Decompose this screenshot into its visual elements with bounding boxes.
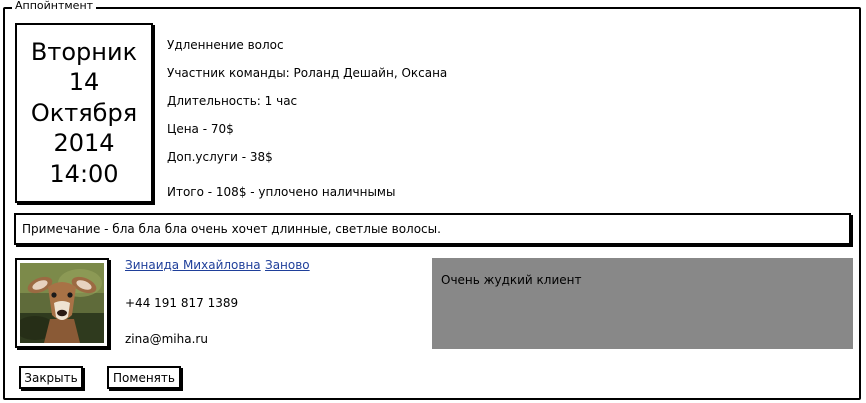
team-member: Участник команды: Роланд Дешайн, Оксана bbox=[167, 66, 448, 80]
panel-legend: Аппойнтмент bbox=[12, 0, 97, 12]
change-button[interactable]: Поменять bbox=[107, 366, 181, 389]
service-name: Удленнение волос bbox=[167, 38, 284, 52]
client-email: zina@miha.ru bbox=[125, 332, 208, 346]
client-name-link[interactable]: Зинаида Михайловна bbox=[125, 258, 261, 272]
deer-photo-image bbox=[20, 263, 104, 343]
note-box: Примечание - бла бла бла очень хочет дли… bbox=[14, 213, 851, 245]
client-avatar bbox=[15, 258, 109, 348]
duration: Длительность: 1 час bbox=[167, 94, 298, 108]
appointment-date-box: Вторник 14 Октября 2014 14:00 bbox=[15, 23, 153, 203]
rebook-link[interactable]: Заново bbox=[265, 258, 310, 272]
extras: Доп.услуги - 38$ bbox=[167, 150, 273, 164]
date-time: 14:00 bbox=[49, 159, 119, 188]
close-button[interactable]: Закрыть bbox=[19, 366, 83, 389]
date-month: Октября bbox=[30, 98, 138, 127]
client-phone: +44 191 817 1389 bbox=[125, 296, 239, 310]
client-comment-text: Очень жудкий клиент bbox=[441, 273, 582, 287]
date-year: 2014 bbox=[53, 129, 115, 158]
date-day: 14 bbox=[68, 68, 100, 97]
note-text: Примечание - бла бла бла очень хочет дли… bbox=[22, 222, 441, 236]
date-weekday: Вторник bbox=[30, 37, 138, 66]
total: Итого - 108$ - уплочено наличнымы bbox=[167, 185, 396, 199]
client-comment-box: Очень жудкий клиент bbox=[432, 258, 853, 349]
price: Цена - 70$ bbox=[167, 122, 234, 136]
